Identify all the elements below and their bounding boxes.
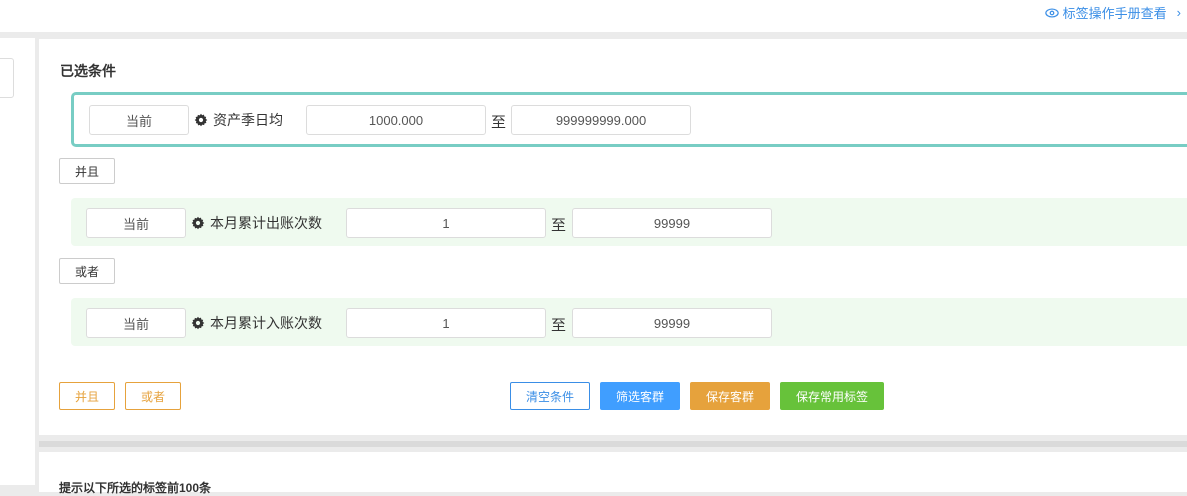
result-panel: 提示以下所选的标签前100条 [39,452,1187,495]
eye-icon [1044,7,1059,18]
range-from-input[interactable]: 1000.000 [306,105,486,135]
condition-label-text: 本月累计入账次数 [210,315,322,331]
condition-row-1[interactable]: 当前 资产季日均 1000.000 至 999999999.000 [71,92,1187,147]
clear-conditions-button[interactable]: 清空条件 [510,382,590,410]
filter-group-button[interactable]: 筛选客群 [600,382,680,410]
range-from-input[interactable]: 1 [346,208,546,238]
logic-connector-or[interactable]: 或者 [59,258,115,284]
save-tag-button[interactable]: 保存常用标签 [780,382,884,410]
condition-label: 本月累计出账次数 [191,213,322,233]
add-or-button[interactable]: 或者 [125,382,181,410]
condition-label: 本月累计入账次数 [191,313,322,333]
left-panel [0,38,35,485]
section-divider [39,441,1187,447]
top-bar: 标签操作手册查看 › [0,0,1187,32]
manual-link-label: 标签操作手册查看 [1062,6,1167,21]
chevron-right-icon: › [1176,5,1181,20]
range-from-input[interactable]: 1 [346,308,546,338]
range-to-input[interactable]: 99999 [572,308,772,338]
period-select[interactable]: 当前 [89,105,189,135]
logic-connector-and[interactable]: 并且 [59,158,115,184]
condition-row-2[interactable]: 当前 本月累计出账次数 1 至 99999 [71,198,1187,246]
gear-icon [191,216,205,230]
range-separator: 至 [491,114,507,131]
result-hint: 提示以下所选的标签前100条 [59,481,212,495]
condition-panel: 已选条件 当前 资产季日均 1000.000 至 999999999.000 并… [39,39,1187,435]
condition-row-3[interactable]: 当前 本月累计入账次数 1 至 99999 [71,298,1187,346]
period-select[interactable]: 当前 [86,308,186,338]
save-group-button[interactable]: 保存客群 [690,382,770,410]
range-to-input[interactable]: 99999 [572,208,772,238]
range-separator: 至 [551,317,567,334]
condition-label: 资产季日均 [194,110,283,130]
condition-label-text: 本月累计出账次数 [210,215,322,231]
period-select[interactable]: 当前 [86,208,186,238]
gear-icon [194,113,208,127]
gear-icon [191,316,205,330]
section-title: 已选条件 [60,63,116,79]
left-panel-box[interactable] [0,58,14,98]
range-to-input[interactable]: 999999999.000 [511,105,691,135]
range-separator: 至 [551,217,567,234]
condition-label-text: 资产季日均 [213,112,283,128]
add-and-button[interactable]: 并且 [59,382,115,410]
manual-link[interactable]: 标签操作手册查看 › [1044,3,1181,22]
